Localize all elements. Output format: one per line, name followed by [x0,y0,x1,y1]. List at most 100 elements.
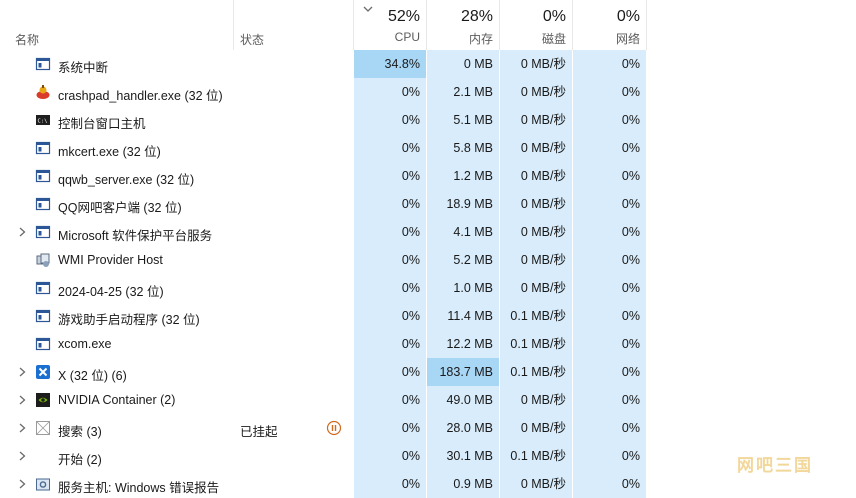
network-cell: 0% [573,386,646,414]
network-label: 网络 [615,32,640,46]
memory-cell: 0.9 MB [427,470,499,498]
chevron-right-icon[interactable] [15,393,29,407]
disk-cell: 0.1 MB/秒 [500,302,572,330]
network-cell: 0% [573,106,646,134]
process-name: 控制台窗口主机 [58,117,146,131]
memory-cell: 28.0 MB [427,414,499,442]
memory-cell: 5.8 MB [427,134,499,162]
wmi-icon [36,253,50,267]
process-row[interactable]: NVIDIA Container (2) 0% 49.0 MB 0 MB/秒 0% [0,386,856,414]
process-table: 名称 状态 52% CPU 28% 内存 0% 磁盘 0% 网络 系统中断 34.… [0,0,856,498]
cpu-cell: 0% [354,386,426,414]
disk-cell: 0 MB/秒 [500,274,572,302]
network-cell: 0% [573,218,646,246]
memory-cell: 18.9 MB [427,190,499,218]
crashpad-icon [36,85,50,99]
process-list: 系统中断 34.8% 0 MB 0 MB/秒 0% crashpad_handler.ex… [0,50,856,498]
table-header: 名称 状态 52% CPU 28% 内存 0% 磁盘 0% 网络 [0,0,856,50]
column-divider[interactable] [646,0,647,50]
network-cell: 0% [573,414,646,442]
disk-cell: 0 MB/秒 [500,190,572,218]
nvidia-icon [36,393,50,407]
chevron-right-icon[interactable] [15,477,29,491]
column-header-disk[interactable]: 0% 磁盘 [500,0,572,50]
disk-cell: 0 MB/秒 [500,386,572,414]
cpu-cell: 0% [354,134,426,162]
chevron-right-icon[interactable] [15,225,29,239]
process-row[interactable]: 开始 (2) 0% 30.1 MB 0.1 MB/秒 0% [0,442,856,470]
column-header-cpu[interactable]: 52% CPU [354,0,426,50]
disk-cell: 0 MB/秒 [500,414,572,442]
process-name: 服务主机: Windows 错误报告 [58,481,220,495]
disk-cell: 0 MB/秒 [500,78,572,106]
service-icon [36,478,50,491]
network-cell: 0% [573,50,646,78]
memory-total: 28% [460,8,493,25]
network-cell: 0% [573,470,646,498]
network-cell: 0% [573,358,646,386]
window-icon [35,337,51,351]
network-cell: 0% [573,190,646,218]
chevron-right-icon[interactable] [15,421,29,435]
column-header-status[interactable]: 状态 [240,31,264,48]
cpu-label: CPU [394,30,420,44]
process-row[interactable]: 2024-04-25 (32 位) 0% 1.0 MB 0 MB/秒 0% [0,274,856,302]
cpu-cell: 0% [354,162,426,190]
process-row[interactable]: xcom.exe 0% 12.2 MB 0.1 MB/秒 0% [0,330,856,358]
window-icon [35,225,51,239]
x-app-icon [36,365,50,379]
process-row[interactable]: WMI Provider Host 0% 5.2 MB 0 MB/秒 0% [0,246,856,274]
suspended-icon [326,420,342,436]
cpu-cell: 0% [354,330,426,358]
process-row[interactable]: mkcert.exe (32 位) 0% 5.8 MB 0 MB/秒 0% [0,134,856,162]
process-row[interactable]: QQ网吧客户端 (32 位) 0% 18.9 MB 0 MB/秒 0% [0,190,856,218]
network-cell: 0% [573,162,646,190]
search-app-icon [36,421,50,435]
svg-text:C:\: C:\ [38,119,48,125]
process-row[interactable]: X (32 位) (6) 0% 183.7 MB 0.1 MB/秒 0% [0,358,856,386]
memory-cell: 183.7 MB [427,358,499,386]
column-header-name[interactable]: 名称 [15,31,39,48]
disk-cell: 0.1 MB/秒 [500,358,572,386]
memory-cell: 1.2 MB [427,162,499,190]
process-name: 系统中断 [58,61,109,75]
disk-cell: 0 MB/秒 [500,162,572,190]
process-row[interactable]: crashpad_handler.exe (32 位) 0% 2.1 MB 0 MB/… [0,78,856,106]
process-row[interactable]: 游戏助手启动程序 (32 位) 0% 11.4 MB 0.1 MB/秒 0% [0,302,856,330]
chevron-right-icon[interactable] [15,365,29,379]
cpu-total: 52% [387,8,420,25]
process-name: NVIDIA Container (2) [58,393,176,407]
memory-cell: 2.1 MB [427,78,499,106]
window-icon [35,281,51,295]
network-cell: 0% [573,134,646,162]
cpu-cell: 0% [354,218,426,246]
cpu-cell: 0% [354,442,426,470]
process-name: X (32 位) (6) [58,369,127,383]
memory-cell: 5.1 MB [427,106,499,134]
memory-cell: 12.2 MB [427,330,499,358]
network-cell: 0% [573,442,646,470]
process-name: xcom.exe [58,337,112,351]
column-divider[interactable] [233,0,234,50]
cpu-cell: 0% [354,302,426,330]
memory-label: 内存 [468,32,493,46]
disk-cell: 0 MB/秒 [500,246,572,274]
watermark-logo: 网吧三国 [737,456,813,475]
process-row[interactable]: 搜索 (3) 已挂起 0% 28.0 MB 0 MB/秒 0% [0,414,856,442]
process-name: 开始 (2) [58,453,102,467]
column-header-memory[interactable]: 28% 内存 [427,0,499,50]
disk-total: 0% [542,8,566,25]
process-row[interactable]: 服务主机: Windows 错误报告 0% 0.9 MB 0 MB/秒 0% [0,470,856,498]
column-header-network[interactable]: 0% 网络 [573,0,646,50]
process-row[interactable]: C:\ 控制台窗口主机 0% 5.1 MB 0 MB/秒 0% [0,106,856,134]
process-row[interactable]: 系统中断 34.8% 0 MB 0 MB/秒 0% [0,50,856,78]
disk-cell: 0 MB/秒 [500,218,572,246]
disk-cell: 0.1 MB/秒 [500,442,572,470]
process-row[interactable]: qqwb_server.exe (32 位) 0% 1.2 MB 0 MB/秒 0% [0,162,856,190]
process-row[interactable]: Microsoft 软件保护平台服务 0% 4.1 MB 0 MB/秒 0% [0,218,856,246]
process-name: crashpad_handler.exe (32 位) [58,89,223,103]
process-name: 游戏助手启动程序 (32 位) [58,313,200,327]
cpu-cell: 0% [354,470,426,498]
process-name: mkcert.exe (32 位) [58,145,161,159]
chevron-right-icon[interactable] [15,449,29,463]
